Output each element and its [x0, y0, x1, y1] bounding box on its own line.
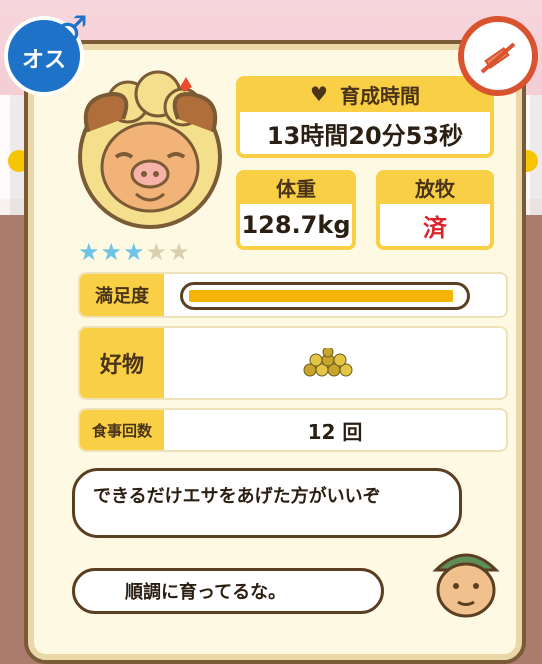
star-icon: ★	[78, 238, 101, 266]
meal-count-row: 食事回数 12 回	[78, 408, 508, 452]
dialogue-line-2: 順調に育ってるな。	[125, 582, 287, 603]
weight-label: 体重	[276, 176, 316, 201]
growth-time-header: ♥ 育成時間	[236, 76, 494, 112]
growth-time-value: 13時間20分53秒	[266, 121, 464, 150]
sheep-portrait	[68, 62, 233, 232]
weight-value: 128.7kg	[241, 211, 351, 239]
heart-icon: ♥	[310, 82, 328, 106]
star-icon: ★	[123, 238, 146, 266]
favorite-food-row: 好物	[78, 326, 508, 400]
male-badge[interactable]: ♂ オス	[4, 8, 88, 96]
grazing-value-box: 済	[376, 204, 494, 250]
star-icon: ★	[168, 238, 191, 266]
male-badge-label: オス	[21, 48, 66, 73]
farmer-avatar	[426, 540, 506, 620]
dialogue-bubble-status: 順調に育ってるな。	[72, 568, 384, 614]
no-medicine-badge[interactable]	[458, 16, 538, 96]
star-rating: ★★★★★	[78, 238, 191, 266]
satisfaction-gauge	[180, 282, 470, 310]
grazing-value: 済	[423, 213, 447, 242]
grain-pile-icon	[300, 346, 360, 382]
meal-count-value: 12 回	[307, 419, 363, 444]
growth-time-label: 育成時間	[339, 83, 420, 108]
star-icon: ★	[100, 238, 124, 266]
meal-count-label: 食事回数	[80, 410, 164, 450]
satisfaction-gauge-fill	[189, 290, 454, 302]
grazing-label: 放牧	[415, 176, 455, 201]
syringe-icon	[478, 38, 518, 78]
satisfaction-label: 満足度	[80, 274, 164, 316]
dialogue-line-1: できるだけエサをあげた方がいいぞ	[93, 486, 381, 507]
animal-status-card: ★★★★★ ♥ 育成時間 13時間20分53秒 体重 128.7kg 放牧 済 …	[24, 40, 526, 664]
favorite-label: 好物	[80, 328, 164, 398]
weight-value-box: 128.7kg	[236, 204, 356, 250]
dialogue-bubble-advice: できるだけエサをあげた方がいいぞ	[72, 468, 462, 538]
satisfaction-row: 満足度	[78, 272, 508, 318]
grazing-header: 放牧	[376, 170, 494, 204]
growth-time-value-box: 13時間20分53秒	[236, 112, 494, 158]
weight-header: 体重	[236, 170, 356, 204]
star-icon: ★	[145, 238, 169, 266]
